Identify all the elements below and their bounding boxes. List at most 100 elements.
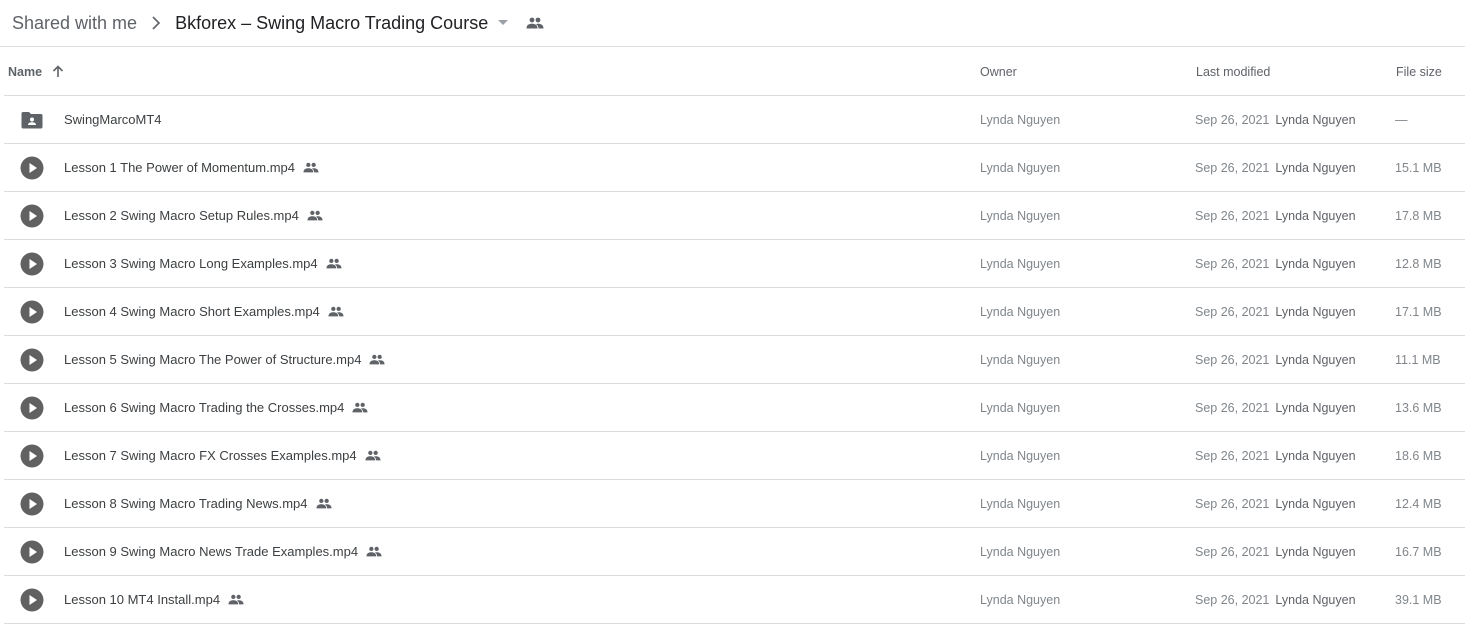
owner-cell: Lynda Nguyen	[980, 480, 1060, 527]
file-size: 18.6 MB	[1395, 448, 1442, 463]
modified-by: Lynda Nguyen	[1275, 592, 1356, 607]
video-play-icon	[20, 156, 44, 180]
file-name[interactable]: Lesson 9 Swing Macro News Trade Examples…	[64, 544, 358, 559]
modified-cell: Sep 26, 2021 Lynda Nguyen	[1195, 384, 1356, 431]
owner-cell: Lynda Nguyen	[980, 288, 1060, 335]
modified-date: Sep 26, 2021	[1195, 496, 1270, 511]
file-row[interactable]: Lesson 9 Swing Macro News Trade Examples…	[4, 528, 1465, 576]
file-name[interactable]: Lesson 6 Swing Macro Trading the Crosses…	[64, 400, 344, 415]
modified-cell: Sep 26, 2021 Lynda Nguyen	[1195, 528, 1356, 575]
size-cell: 11.1 MB	[1395, 336, 1441, 383]
owner-cell: Lynda Nguyen	[980, 432, 1060, 479]
owner-name: Lynda Nguyen	[980, 352, 1061, 367]
file-name[interactable]: Lesson 10 MT4 Install.mp4	[64, 592, 220, 607]
owner-cell: Lynda Nguyen	[980, 384, 1060, 431]
modified-cell: Sep 26, 2021 Lynda Nguyen	[1195, 144, 1356, 191]
name-cell: Lesson 6 Swing Macro Trading the Crosses…	[8, 384, 368, 431]
file-name[interactable]: Lesson 7 Swing Macro FX Crosses Examples…	[64, 448, 357, 463]
modified-cell: Sep 26, 2021 Lynda Nguyen	[1195, 432, 1356, 479]
file-size: 12.4 MB	[1395, 496, 1442, 511]
modified-by: Lynda Nguyen	[1275, 544, 1356, 559]
size-cell: 18.6 MB	[1395, 432, 1442, 479]
file-name[interactable]: SwingMarcoMT4	[64, 112, 162, 127]
file-row[interactable]: Lesson 5 Swing Macro The Power of Struct…	[4, 336, 1465, 384]
file-name[interactable]: Lesson 2 Swing Macro Setup Rules.mp4	[64, 208, 299, 223]
file-name[interactable]: Lesson 5 Swing Macro The Power of Struct…	[64, 352, 361, 367]
file-row[interactable]: Lesson 10 MT4 Install.mp4 Lynda Nguyen Sep…	[4, 576, 1465, 624]
owner-name: Lynda Nguyen	[980, 112, 1061, 127]
file-size: 11.1 MB	[1395, 352, 1441, 367]
column-header-row: Name Owner Last modified File size	[4, 48, 1465, 96]
owner-name: Lynda Nguyen	[980, 448, 1061, 463]
modified-date: Sep 26, 2021	[1195, 256, 1270, 271]
file-row[interactable]: Lesson 4 Swing Macro Short Examples.mp4 L…	[4, 288, 1465, 336]
column-header-size[interactable]: File size	[1396, 48, 1442, 95]
name-cell: Lesson 4 Swing Macro Short Examples.mp4	[8, 288, 344, 335]
column-size-label: File size	[1396, 64, 1442, 79]
breadcrumb-bar: Shared with me Bkforex – Swing Macro Tra…	[0, 0, 1465, 47]
video-play-icon	[20, 588, 44, 612]
modified-cell: Sep 26, 2021 Lynda Nguyen	[1195, 576, 1356, 623]
file-size: 12.8 MB	[1395, 256, 1442, 271]
video-play-icon	[20, 252, 44, 276]
name-cell: Lesson 7 Swing Macro FX Crosses Examples…	[8, 432, 381, 479]
size-cell: 13.6 MB	[1395, 384, 1442, 431]
video-play-icon	[20, 444, 44, 468]
file-row[interactable]: Lesson 2 Swing Macro Setup Rules.mp4 Lynd…	[4, 192, 1465, 240]
owner-name: Lynda Nguyen	[980, 592, 1061, 607]
name-cell: Lesson 1 The Power of Momentum.mp4	[8, 144, 319, 191]
owner-name: Lynda Nguyen	[980, 544, 1061, 559]
video-play-icon	[20, 540, 44, 564]
modified-by: Lynda Nguyen	[1275, 208, 1356, 223]
name-cell: Lesson 10 MT4 Install.mp4	[8, 576, 244, 623]
owner-name: Lynda Nguyen	[980, 400, 1061, 415]
file-row[interactable]: Lesson 3 Swing Macro Long Examples.mp4 Ly…	[4, 240, 1465, 288]
modified-by: Lynda Nguyen	[1275, 496, 1356, 511]
folder-row[interactable]: SwingMarcoMT4 Lynda Nguyen Sep 26, 2021 Lyn…	[4, 96, 1465, 144]
arrow-up-icon[interactable]	[52, 65, 64, 78]
breadcrumb-shared-with-me[interactable]: Shared with me	[12, 13, 137, 34]
people-icon	[303, 162, 319, 173]
file-row[interactable]: Lesson 6 Swing Macro Trading the Crosses…	[4, 384, 1465, 432]
modified-date: Sep 26, 2021	[1195, 304, 1270, 319]
owner-cell: Lynda Nguyen	[980, 192, 1060, 239]
size-cell: 17.1 MB	[1395, 288, 1442, 335]
file-name[interactable]: Lesson 1 The Power of Momentum.mp4	[64, 160, 295, 175]
video-play-icon	[20, 396, 44, 420]
column-header-owner[interactable]: Owner	[980, 48, 1017, 95]
modified-cell: Sep 26, 2021 Lynda Nguyen	[1195, 336, 1356, 383]
file-size: —	[1395, 112, 1408, 127]
breadcrumb-current-folder[interactable]: Bkforex – Swing Macro Trading Course	[175, 13, 488, 34]
file-row[interactable]: Lesson 8 Swing Macro Trading News.mp4 Lyn…	[4, 480, 1465, 528]
people-icon	[307, 210, 323, 221]
owner-name: Lynda Nguyen	[980, 304, 1061, 319]
modified-cell: Sep 26, 2021 Lynda Nguyen	[1195, 480, 1356, 527]
modified-date: Sep 26, 2021	[1195, 352, 1270, 367]
name-cell: Lesson 9 Swing Macro News Trade Examples…	[8, 528, 382, 575]
column-header-name[interactable]: Name	[8, 48, 64, 95]
owner-cell: Lynda Nguyen	[980, 144, 1060, 191]
column-header-modified[interactable]: Last modified	[1196, 48, 1270, 95]
file-name[interactable]: Lesson 4 Swing Macro Short Examples.mp4	[64, 304, 320, 319]
file-size: 17.1 MB	[1395, 304, 1442, 319]
size-cell: 12.4 MB	[1395, 480, 1442, 527]
file-row[interactable]: Lesson 7 Swing Macro FX Crosses Examples…	[4, 432, 1465, 480]
people-icon	[365, 450, 381, 461]
modified-date: Sep 26, 2021	[1195, 208, 1270, 223]
modified-by: Lynda Nguyen	[1275, 448, 1356, 463]
modified-by: Lynda Nguyen	[1275, 400, 1356, 415]
size-cell: 12.8 MB	[1395, 240, 1442, 287]
modified-cell: Sep 26, 2021 Lynda Nguyen	[1195, 96, 1356, 143]
caret-down-icon[interactable]	[498, 20, 509, 26]
modified-date: Sep 26, 2021	[1195, 160, 1270, 175]
owner-cell: Lynda Nguyen	[980, 240, 1060, 287]
name-cell: SwingMarcoMT4	[8, 96, 162, 143]
file-name[interactable]: Lesson 8 Swing Macro Trading News.mp4	[64, 496, 308, 511]
file-name[interactable]: Lesson 3 Swing Macro Long Examples.mp4	[64, 256, 318, 271]
file-row[interactable]: Lesson 1 The Power of Momentum.mp4 Lynda …	[4, 144, 1465, 192]
owner-name: Lynda Nguyen	[980, 160, 1061, 175]
video-play-icon	[20, 348, 44, 372]
column-name-label: Name	[8, 64, 43, 79]
people-icon	[352, 402, 368, 413]
modified-by: Lynda Nguyen	[1275, 352, 1356, 367]
